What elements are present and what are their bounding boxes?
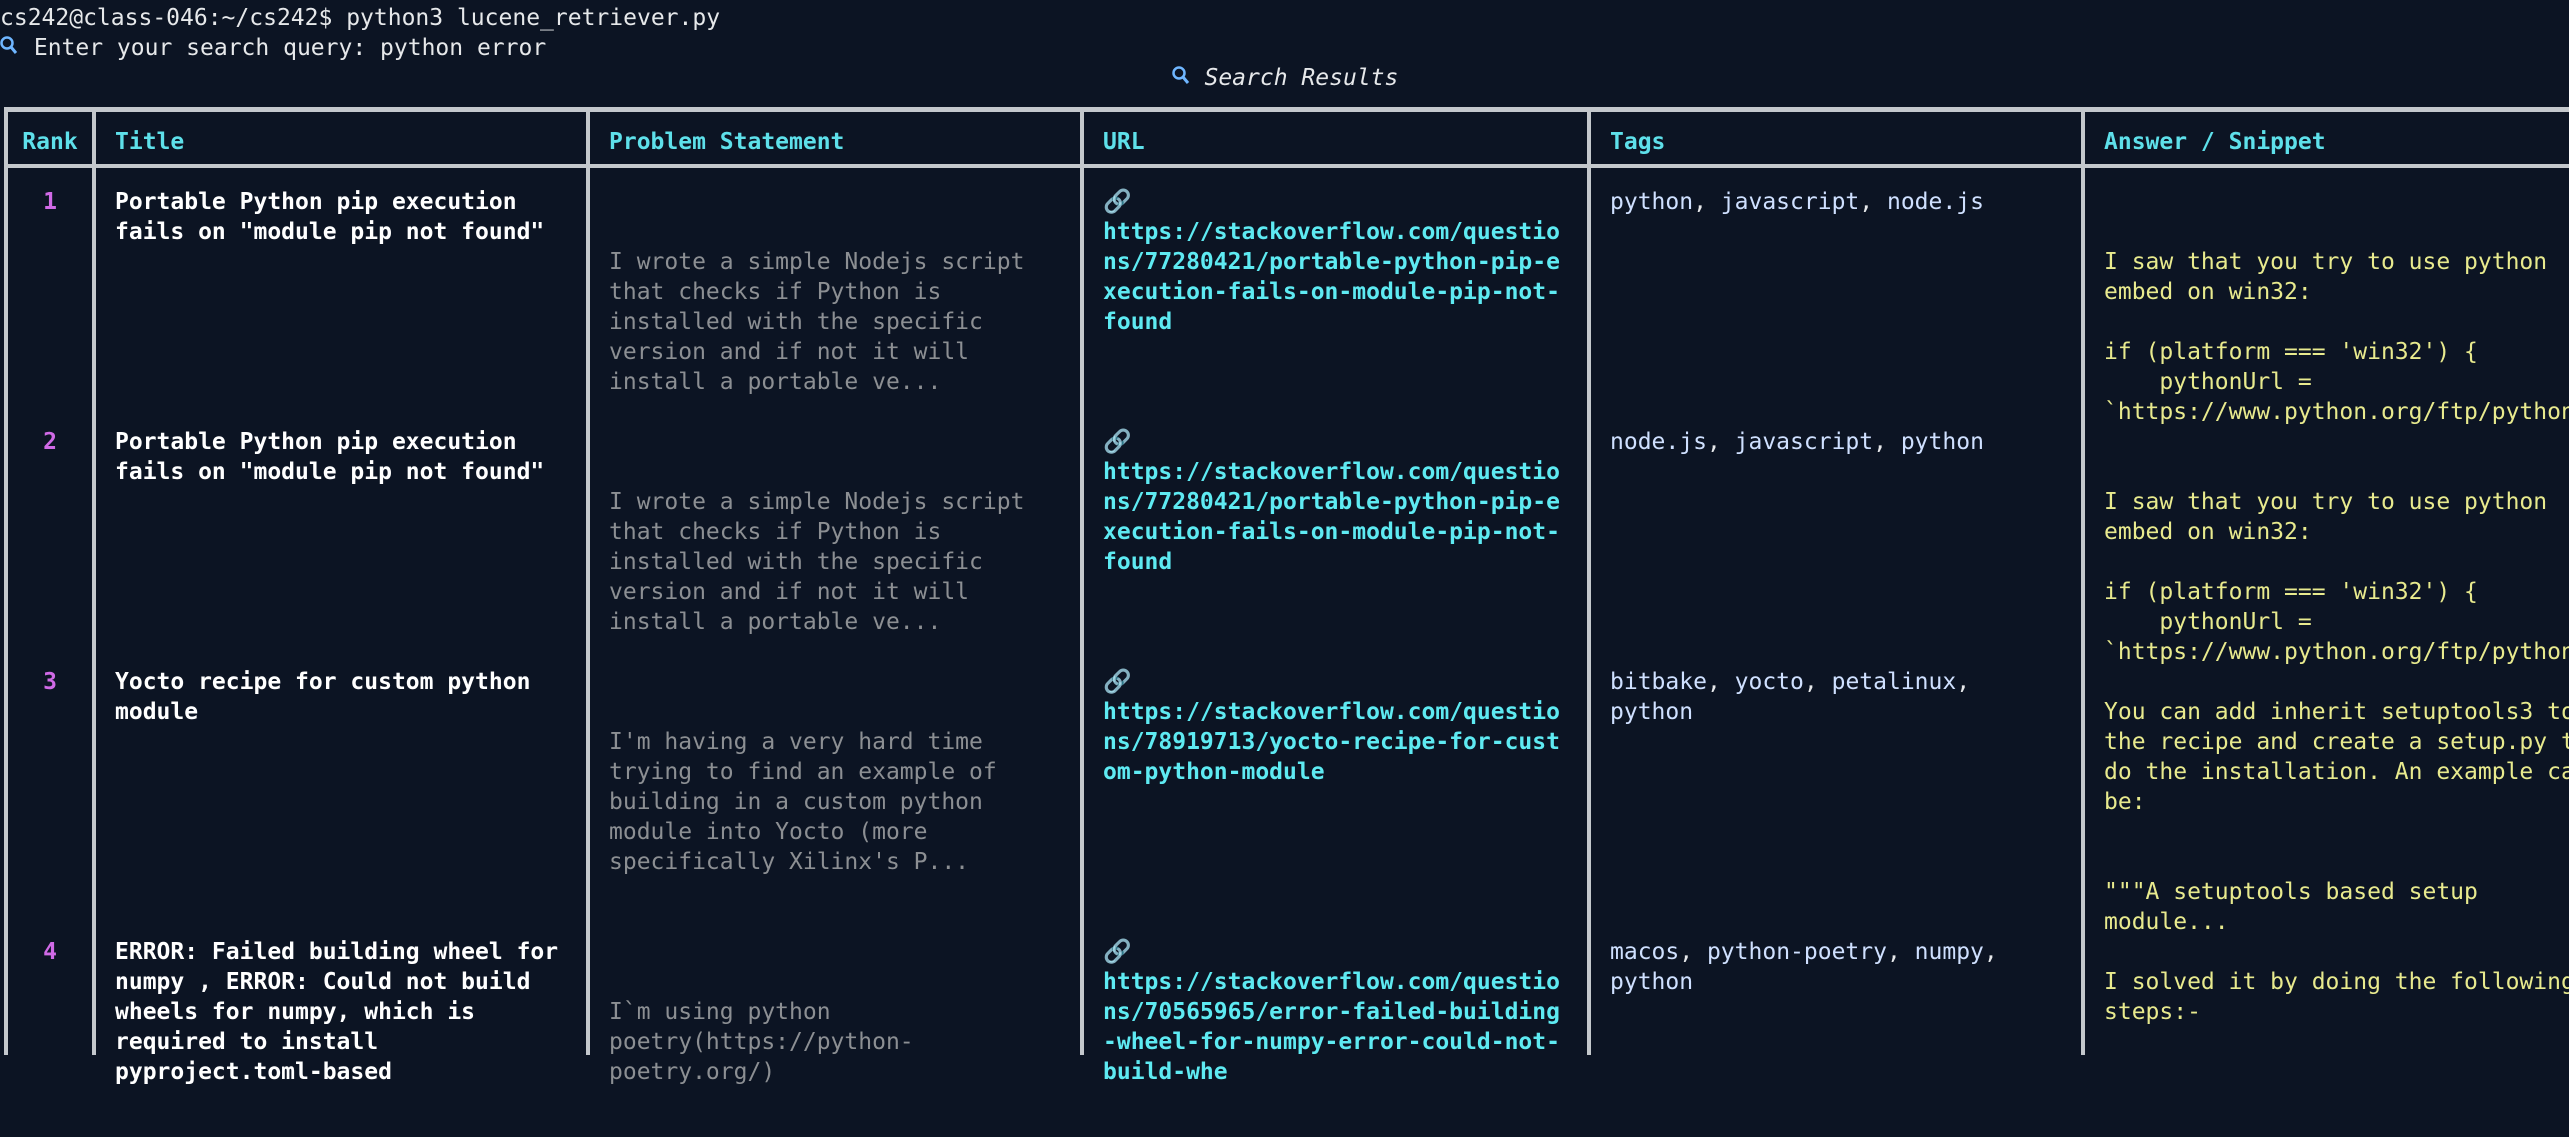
shell-prompt: cs242@class-046:~/cs242$ bbox=[0, 5, 347, 31]
results-title: Search Results bbox=[0, 63, 2569, 93]
question-link[interactable]: https://stackoverflow.com/questions/7891… bbox=[1103, 697, 1572, 787]
tags-cell: bitbake, yocto, petalinux, python bbox=[1610, 669, 1971, 725]
tag: python-poetry bbox=[1706, 939, 1887, 965]
results-table: Rank Title Problem Statement URL Tags An… bbox=[4, 107, 2569, 1137]
header-title: Title bbox=[115, 129, 185, 155]
query-input[interactable]: python error bbox=[380, 35, 546, 61]
answer-snippet: You can add inherit setuptools3 to the r… bbox=[2104, 699, 2569, 935]
answer-snippet: I saw that you try to use python embed o… bbox=[2104, 249, 2569, 425]
query-label: Enter your search query: bbox=[20, 35, 381, 61]
question-link[interactable]: https://stackoverflow.com/questions/7056… bbox=[1103, 967, 1572, 1087]
url-cell[interactable]: 🔗 https://stackoverflow.com/questions/77… bbox=[1084, 427, 1591, 667]
header-rank: Rank bbox=[22, 129, 78, 155]
link-icon: 🔗 bbox=[1103, 669, 1132, 695]
link-icon: 🔗 bbox=[1103, 189, 1132, 215]
row-title: ERROR: Failed building wheel for numpy ,… bbox=[115, 939, 559, 1085]
tags-cell: macos, python-poetry, numpy, python bbox=[1610, 939, 1998, 995]
answer-snippet: I solved it by doing the following steps… bbox=[2104, 969, 2569, 1025]
problem-statement: I'm having a very hard time trying to fi… bbox=[609, 729, 997, 875]
tag: bitbake bbox=[1610, 669, 1707, 695]
tags-cell: python, javascript, node.js bbox=[1610, 189, 1984, 215]
row-title: Yocto recipe for custom python module bbox=[115, 669, 531, 725]
tag: numpy bbox=[1914, 939, 1984, 965]
header-problem: Problem Statement bbox=[609, 129, 845, 155]
link-icon: 🔗 bbox=[1103, 429, 1132, 455]
problem-statement: I wrote a simple Nodejs script that chec… bbox=[609, 489, 1025, 635]
row-title: Portable Python pip execution fails on "… bbox=[115, 189, 545, 245]
tag: python bbox=[1610, 189, 1694, 215]
rank-number: 4 bbox=[43, 939, 57, 965]
problem-statement: I wrote a simple Nodejs script that chec… bbox=[609, 249, 1025, 395]
header-url: URL bbox=[1103, 129, 1145, 155]
question-link[interactable]: https://stackoverflow.com/questions/7728… bbox=[1103, 457, 1572, 577]
command-line: cs242@class-046:~/cs242$ python3 lucene_… bbox=[0, 3, 720, 33]
rank-number: 2 bbox=[43, 429, 57, 455]
tag: yocto bbox=[1734, 669, 1804, 695]
tag: node.js bbox=[1610, 429, 1707, 455]
tag: macos bbox=[1610, 939, 1680, 965]
tag: node.js bbox=[1886, 189, 1984, 215]
url-cell[interactable]: 🔗 https://stackoverflow.com/questions/78… bbox=[1084, 667, 1591, 937]
url-cell[interactable]: 🔗 https://stackoverflow.com/questions/70… bbox=[1084, 937, 1591, 1137]
header-answer: Answer / Snippet bbox=[2104, 129, 2326, 155]
table-row: 1 Portable Python pip execution fails on… bbox=[4, 187, 2569, 427]
header-tags: Tags bbox=[1610, 129, 1666, 155]
tag: python bbox=[1610, 699, 1694, 725]
rank-number: 1 bbox=[43, 189, 57, 215]
tag: python bbox=[1610, 969, 1694, 995]
rank-number: 3 bbox=[43, 669, 57, 695]
table-row: 4 ERROR: Failed building wheel for numpy… bbox=[4, 937, 2569, 1137]
tag: javascript bbox=[1720, 189, 1860, 215]
magnifier-icon bbox=[1171, 63, 1191, 93]
question-link[interactable]: https://stackoverflow.com/questions/7728… bbox=[1103, 217, 1572, 337]
tag: python bbox=[1900, 429, 1984, 455]
shell-command: python3 lucene_retriever.py bbox=[346, 5, 721, 31]
tags-cell: node.js, javascript, python bbox=[1610, 429, 1984, 455]
link-icon: 🔗 bbox=[1103, 939, 1132, 965]
tag: javascript bbox=[1734, 429, 1874, 455]
magnifier-icon bbox=[0, 33, 20, 63]
table-header: Rank Title Problem Statement URL Tags An… bbox=[4, 107, 2569, 168]
problem-statement: I`m using python poetry(https://python-p… bbox=[609, 999, 914, 1085]
url-cell[interactable]: 🔗 https://stackoverflow.com/questions/77… bbox=[1084, 187, 1591, 427]
answer-snippet: I saw that you try to use python embed o… bbox=[2104, 489, 2569, 665]
results-title-text: Search Results bbox=[1190, 65, 1399, 91]
table-row: 3 Yocto recipe for custom python module … bbox=[4, 667, 2569, 937]
tag: petalinux bbox=[1831, 669, 1957, 695]
table-row: 2 Portable Python pip execution fails on… bbox=[4, 427, 2569, 667]
query-line[interactable]: Enter your search query: python error bbox=[0, 33, 546, 63]
row-title: Portable Python pip execution fails on "… bbox=[115, 429, 545, 485]
